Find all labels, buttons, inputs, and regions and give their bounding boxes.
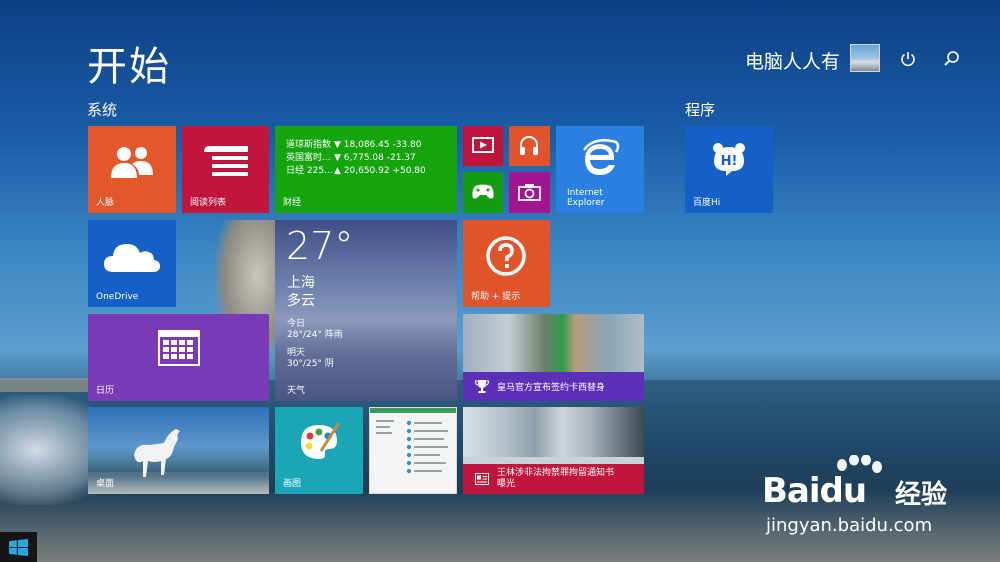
group-label-programs[interactable]: 程序 bbox=[685, 99, 715, 120]
windows-logo-icon bbox=[9, 539, 28, 556]
watermark-url: jingyan.baidu.com bbox=[766, 515, 933, 536]
tile-music[interactable] bbox=[509, 126, 550, 166]
finance-quotes: 道琼斯指数 ▼ 18,086.45 -33.80 英国富时... ▼ 6,775… bbox=[286, 139, 426, 178]
video-icon bbox=[472, 137, 494, 153]
power-icon[interactable] bbox=[899, 50, 917, 68]
tile-video[interactable] bbox=[463, 126, 503, 166]
tile-internet-explorer[interactable]: Internet Explorer bbox=[556, 126, 644, 213]
tile-finance[interactable]: 道琼斯指数 ▼ 18,086.45 -33.80 英国富时... ▼ 6,775… bbox=[275, 126, 457, 213]
tile-reading-list-label: 阅读列表 bbox=[190, 198, 227, 208]
background-shore bbox=[0, 378, 90, 392]
tile-people[interactable]: 人脉 bbox=[88, 126, 176, 213]
tile-baidu-hi[interactable]: H! 百度Hi bbox=[685, 126, 773, 213]
tile-paint[interactable]: 画图 bbox=[275, 407, 363, 494]
news-icon bbox=[475, 473, 489, 485]
weather-tomorrow-forecast: 30°/25° 阴 bbox=[287, 359, 334, 369]
news-headline-bar: 王林涉非法拘禁罪拘留通知书 曝光 bbox=[463, 464, 644, 494]
news-headline-line1: 王林涉非法拘禁罪拘留通知书 bbox=[497, 468, 615, 478]
question-icon bbox=[486, 236, 526, 276]
tile-app-screenshot[interactable] bbox=[369, 407, 457, 494]
search-icon[interactable] bbox=[943, 50, 961, 68]
finance-row: 日经 225... ▲ 20,650.92 +50.80 bbox=[286, 165, 426, 178]
trophy-icon bbox=[475, 380, 489, 393]
weather-today-forecast: 28°/24° 阵雨 bbox=[287, 330, 343, 340]
headphones-icon bbox=[520, 136, 538, 155]
svg-text:H!: H! bbox=[721, 154, 738, 169]
baidu-hi-icon: H! bbox=[713, 143, 745, 176]
tile-news[interactable]: 王林涉非法拘禁罪拘留通知书 曝光 bbox=[463, 407, 644, 494]
avatar[interactable] bbox=[850, 44, 880, 72]
tile-games[interactable] bbox=[463, 172, 503, 213]
calendar-icon bbox=[158, 330, 200, 366]
tile-sports[interactable]: 皇马官方宣布签约卡西替身 bbox=[463, 314, 644, 401]
tile-desktop-label: 桌面 bbox=[96, 479, 115, 489]
finance-index-name: 英国富时... bbox=[286, 153, 331, 163]
cloud-icon bbox=[104, 244, 160, 272]
tile-help-tips[interactable]: 帮助 + 提示 bbox=[463, 220, 550, 307]
watermark-brand: Baidu bbox=[762, 471, 868, 511]
finance-row: 英国富时... ▼ 6,775.08 -21.37 bbox=[286, 152, 426, 165]
app-preview-header bbox=[370, 408, 456, 413]
internet-explorer-icon bbox=[582, 139, 620, 175]
tile-weather-label: 天气 bbox=[287, 386, 306, 396]
tile-desktop[interactable]: 桌面 bbox=[88, 407, 269, 494]
palette-icon bbox=[301, 422, 341, 459]
watermark-brand-bai: Bai bbox=[762, 471, 821, 511]
news-headline: 王林涉非法拘禁罪拘留通知书 曝光 bbox=[497, 468, 614, 490]
tile-help-label: 帮助 + 提示 bbox=[471, 292, 521, 302]
tile-paint-label: 画图 bbox=[283, 479, 302, 489]
tile-calendar[interactable]: 日历 bbox=[88, 314, 269, 401]
tile-ie-label: Internet Explorer bbox=[567, 188, 604, 208]
finance-row: 道琼斯指数 ▼ 18,086.45 -33.80 bbox=[286, 139, 426, 152]
tile-onedrive[interactable]: OneDrive bbox=[88, 220, 176, 307]
finance-index-value: ▲ 20,650.92 +50.80 bbox=[334, 166, 426, 176]
tile-weather[interactable]: 27° 上海 多云 今日 28°/24° 阵雨 明天 30°/25° 阴 天气 bbox=[275, 220, 457, 401]
people-icon bbox=[111, 147, 153, 178]
tile-calendar-label: 日历 bbox=[96, 386, 115, 396]
finance-index-value: ▼ 18,086.45 -33.80 bbox=[334, 140, 422, 150]
start-button[interactable] bbox=[0, 532, 37, 562]
sports-headline: 皇马官方宣布签约卡西替身 bbox=[497, 383, 606, 393]
page-title: 开始 bbox=[87, 44, 171, 90]
xbox-controller-icon bbox=[472, 184, 494, 199]
desktop-wave bbox=[88, 472, 269, 494]
camera-icon bbox=[518, 184, 541, 201]
tile-baidu-hi-label: 百度Hi bbox=[693, 198, 721, 208]
app-preview-content bbox=[376, 420, 448, 474]
sports-photo bbox=[463, 314, 644, 372]
reading-list-icon bbox=[204, 146, 248, 176]
finance-index-name: 道琼斯指数 bbox=[286, 140, 332, 150]
weather-condition: 多云 bbox=[287, 293, 315, 309]
finance-index-value: ▼ 6,775.08 -21.37 bbox=[334, 153, 416, 163]
weather-temperature: 27° bbox=[286, 224, 354, 268]
tile-onedrive-label: OneDrive bbox=[96, 292, 139, 302]
watermark-brand-cn: 经验 bbox=[895, 480, 948, 510]
tile-ie-label-line1: Internet bbox=[567, 188, 603, 198]
group-label-system[interactable]: 系统 bbox=[87, 99, 117, 120]
sports-headline-bar: 皇马官方宣布签约卡西替身 bbox=[463, 372, 644, 401]
user-name[interactable]: 电脑人人有 bbox=[745, 47, 840, 74]
finance-index-name: 日经 225... bbox=[286, 166, 333, 176]
news-headline-line2: 曝光 bbox=[497, 479, 516, 489]
news-photo bbox=[463, 407, 644, 457]
watermark-brand-du: du bbox=[819, 471, 868, 511]
tile-ie-label-line2: Explorer bbox=[567, 198, 605, 208]
tile-reading-list[interactable]: 阅读列表 bbox=[182, 126, 269, 213]
tile-camera[interactable] bbox=[509, 172, 550, 213]
weather-city: 上海 bbox=[287, 275, 315, 291]
tile-finance-label: 财经 bbox=[283, 198, 302, 208]
tile-people-label: 人脉 bbox=[96, 198, 115, 208]
